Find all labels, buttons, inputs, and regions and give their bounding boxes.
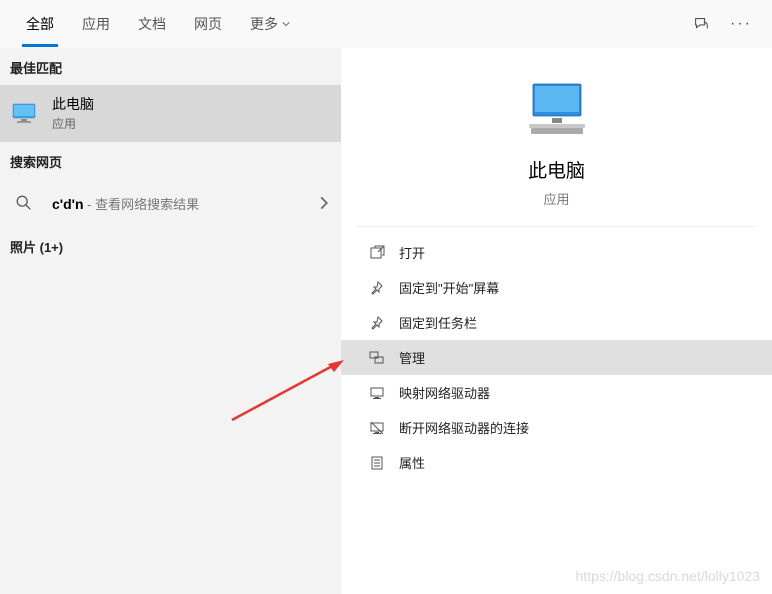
preview-sub: 应用 (357, 189, 756, 208)
action-label: 映射网络驱动器 (399, 383, 490, 402)
open-icon (369, 245, 385, 261)
manage-icon (369, 350, 385, 366)
action-label: 固定到"开始"屏幕 (399, 278, 499, 297)
tab-web[interactable]: 网页 (180, 1, 236, 47)
action-manage[interactable]: 管理 (341, 340, 772, 375)
result-web-search[interactable]: c'd'n - 查看网络搜索结果 (0, 179, 341, 227)
pin-icon (369, 280, 385, 296)
section-photos: 照片 (1+) (0, 227, 341, 264)
content: 最佳匹配 此电脑 应用 搜索网页 c'd'n - 查看网络搜索结 (0, 48, 772, 594)
tab-docs[interactable]: 文档 (124, 1, 180, 47)
tab-more-label: 更多 (250, 14, 278, 34)
action-label: 打开 (399, 243, 425, 262)
section-best-match: 最佳匹配 (0, 48, 341, 85)
action-label: 固定到任务栏 (399, 313, 477, 332)
preview-title: 此电脑 (357, 156, 756, 183)
tab-apps[interactable]: 应用 (68, 1, 124, 47)
header-tabs: 全部 应用 文档 网页 更多 ··· (0, 0, 772, 48)
action-disconnect-drive[interactable]: 断开网络驱动器的连接 (341, 410, 772, 445)
preview-this-pc-icon (523, 82, 591, 142)
tab-more[interactable]: 更多 (236, 1, 304, 47)
preview-header: 此电脑 应用 (357, 60, 756, 227)
properties-icon (369, 455, 385, 471)
result-sub: 应用 (52, 115, 331, 132)
result-text: 此电脑 应用 (52, 95, 331, 132)
header-actions: ··· (692, 15, 760, 33)
action-pin-taskbar[interactable]: 固定到任务栏 (341, 305, 772, 340)
search-icon (10, 189, 38, 217)
map-drive-icon (369, 385, 385, 401)
disconnect-drive-icon (369, 420, 385, 436)
action-label: 断开网络驱动器的连接 (399, 418, 529, 437)
more-options-icon[interactable]: ··· (730, 15, 752, 33)
action-open[interactable]: 打开 (341, 235, 772, 270)
results-panel: 最佳匹配 此电脑 应用 搜索网页 c'd'n - 查看网络搜索结 (0, 48, 341, 594)
result-title: 此电脑 (52, 95, 331, 113)
feedback-icon[interactable] (692, 15, 710, 33)
action-properties[interactable]: 属性 (341, 445, 772, 480)
this-pc-icon (10, 100, 38, 128)
tab-list: 全部 应用 文档 网页 更多 (12, 1, 304, 47)
preview-panel: 此电脑 应用 打开 固定到"开始"屏幕 固定到任务栏 管理 映 (341, 48, 772, 594)
chevron-right-icon (317, 196, 331, 210)
section-search-web: 搜索网页 (0, 142, 341, 179)
chevron-down-icon (282, 20, 290, 28)
action-label: 属性 (399, 453, 425, 472)
search-query: c'd'n (52, 196, 84, 212)
actions-list: 打开 固定到"开始"屏幕 固定到任务栏 管理 映射网络驱动器 断开网络驱动器的连… (341, 227, 772, 488)
pin-icon (369, 315, 385, 331)
search-desc: - 查看网络搜索结果 (84, 197, 200, 212)
action-map-drive[interactable]: 映射网络驱动器 (341, 375, 772, 410)
result-this-pc[interactable]: 此电脑 应用 (0, 85, 341, 142)
tab-all[interactable]: 全部 (12, 1, 68, 47)
web-search-text: c'd'n - 查看网络搜索结果 (52, 194, 317, 213)
action-label: 管理 (399, 348, 425, 367)
action-pin-start[interactable]: 固定到"开始"屏幕 (341, 270, 772, 305)
